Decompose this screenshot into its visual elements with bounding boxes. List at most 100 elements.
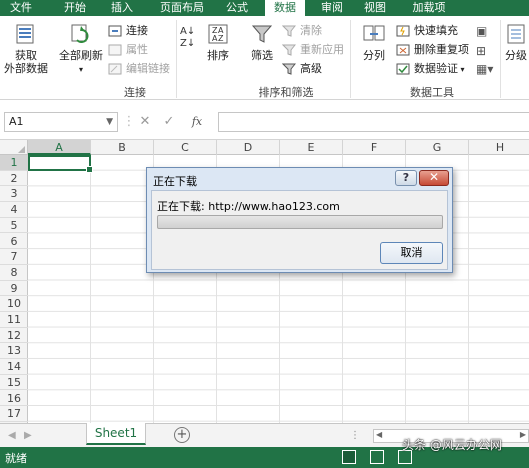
chevron-down-icon: ▾ (458, 65, 465, 74)
row-header[interactable]: 2 (0, 171, 28, 187)
chevron-down-icon: ▾ (78, 65, 83, 74)
row-header[interactable]: 16 (0, 391, 28, 407)
formula-bar: A1 ▼ ⋮ ✕ ✓ fx (0, 100, 529, 140)
normal-view-icon[interactable] (342, 450, 356, 464)
close-button[interactable]: ✕ (419, 170, 449, 186)
sort-button[interactable]: ZAAZ 排序 (198, 22, 238, 62)
row-header[interactable]: 12 (0, 328, 28, 344)
dialog-body: 正在下载: http://www.hao123.com 取消 (151, 190, 448, 270)
group-label-sort-filter: 排序和筛选 (258, 86, 314, 99)
edit-links-button[interactable]: 编辑链接 (108, 60, 170, 78)
help-button[interactable]: ? (395, 170, 417, 186)
sheet-tab-sheet1[interactable]: Sheet1 (86, 423, 146, 445)
column-header-h[interactable]: H (469, 140, 529, 155)
tab-data[interactable]: 数据 (265, 0, 305, 16)
remove-duplicates-button[interactable]: 删除重复项 (396, 41, 469, 59)
connection-icon (108, 25, 122, 37)
row-header[interactable]: 9 (0, 281, 28, 297)
more-sheets-icon[interactable]: ⋮ (350, 430, 360, 441)
what-if-icon[interactable]: ⊞ (476, 44, 486, 58)
prev-sheet-icon[interactable]: ◀ (8, 430, 16, 441)
row-header[interactable]: 11 (0, 312, 28, 328)
connections-button[interactable]: 连接 (108, 22, 148, 40)
status-ready: 就绪 (5, 452, 27, 465)
tab-insert[interactable]: 插入 (105, 0, 139, 16)
relationships-icon[interactable]: ▦▾ (476, 62, 493, 76)
row-headers: 1 2 3 4 5 6 7 8 9 10 11 12 13 14 15 16 1… (0, 155, 28, 423)
select-all-button[interactable] (0, 140, 28, 155)
confirm-entry-icon[interactable]: ✓ (160, 112, 178, 132)
flash-fill-icon (396, 25, 410, 37)
tab-page-layout[interactable]: 页面布局 (152, 0, 212, 16)
row-header[interactable]: 1 (0, 155, 28, 171)
excel-window: 文件 开始 插入 页面布局 公式 数据 审阅 视图 加载项 获取 外部数据 全部… (0, 0, 529, 468)
columns-icon (363, 25, 385, 41)
row-header[interactable]: 13 (0, 343, 28, 360)
chevron-down-icon[interactable]: ▼ (106, 113, 113, 131)
clear-filter-button[interactable]: 清除 (282, 22, 322, 40)
tab-file[interactable]: 文件 (4, 0, 38, 16)
sort-icon: Z AA Z (208, 24, 228, 44)
outline-icon (507, 24, 525, 44)
outline-button[interactable]: 分级 (503, 22, 529, 62)
clear-filter-icon (282, 25, 296, 37)
next-sheet-icon[interactable]: ▶ (24, 430, 32, 441)
advanced-filter-button[interactable]: 高级 (282, 60, 322, 78)
group-label-connections: 连接 (124, 86, 146, 99)
tab-view[interactable]: 视图 (358, 0, 392, 16)
scroll-right-icon[interactable]: ▶ (520, 430, 526, 439)
row-header[interactable]: 7 (0, 249, 28, 265)
row-header[interactable]: 6 (0, 234, 28, 250)
insert-function-icon[interactable]: fx (188, 112, 206, 132)
properties-button[interactable]: 属性 (108, 41, 148, 59)
refresh-all-button[interactable]: 全部刷新 ▾ (56, 22, 106, 76)
cancel-button[interactable]: 取消 (380, 242, 443, 264)
row-header[interactable]: 8 (0, 265, 28, 281)
refresh-icon (71, 24, 89, 43)
group-label-data-tools: 数据工具 (410, 86, 454, 99)
cancel-entry-icon[interactable]: ✕ (136, 112, 154, 132)
row-header[interactable]: 14 (0, 359, 28, 375)
scroll-left-icon[interactable]: ◀ (376, 430, 382, 439)
tab-formulas[interactable]: 公式 (220, 0, 254, 16)
reapply-button[interactable]: 重新应用 (282, 41, 344, 59)
formula-input[interactable] (218, 112, 529, 132)
name-box[interactable]: A1 ▼ (4, 112, 118, 132)
row-header[interactable]: 4 (0, 202, 28, 218)
funnel-icon (251, 25, 273, 43)
tab-home[interactable]: 开始 (58, 0, 92, 16)
column-header-d[interactable]: D (217, 140, 280, 155)
row-header[interactable]: 3 (0, 186, 28, 203)
data-validation-button[interactable]: 数据验证 ▾ (396, 60, 465, 78)
get-external-data-button[interactable]: 获取 外部数据 (2, 22, 50, 75)
tab-review[interactable]: 审阅 (315, 0, 349, 16)
row-header[interactable]: 17 (0, 406, 28, 422)
row-header[interactable]: 5 (0, 218, 28, 234)
filter-button[interactable]: 筛选 (244, 22, 280, 62)
sort-az-icon[interactable]: A↓ Z↓ (180, 26, 195, 50)
flash-fill-button[interactable]: 快速填充 (396, 22, 458, 40)
consolidate-icon[interactable]: ▣ (476, 24, 487, 38)
row-header[interactable]: 10 (0, 296, 28, 312)
column-header-f[interactable]: F (343, 140, 406, 155)
column-header-e[interactable]: E (280, 140, 343, 155)
page-layout-view-icon[interactable] (370, 450, 384, 464)
add-sheet-icon[interactable]: + (174, 427, 190, 443)
active-cell-a1[interactable] (28, 155, 93, 173)
close-icon: ✕ (428, 170, 440, 184)
column-headers: A B C D E F G H (0, 140, 529, 155)
ribbon-tabs: 文件 开始 插入 页面布局 公式 数据 审阅 视图 加载项 (0, 0, 529, 16)
tab-addins[interactable]: 加载项 (405, 0, 453, 16)
column-header-c[interactable]: C (154, 140, 217, 155)
remove-duplicates-icon (396, 44, 410, 56)
watermark: 头条 @风云办公网 (402, 438, 502, 452)
ribbon-data: 获取 外部数据 全部刷新 ▾ 连接 属性 编辑链接 连接 A↓ Z↓ ZAAZ 排… (0, 16, 529, 100)
column-header-a[interactable]: A (28, 140, 91, 155)
row-header[interactable]: 15 (0, 375, 28, 391)
dialog-title: 正在下载 (153, 175, 197, 188)
text-to-columns-button[interactable]: 分列 (356, 22, 392, 62)
column-header-b[interactable]: B (91, 140, 154, 155)
data-validation-icon (396, 63, 410, 75)
download-progress-bar (157, 215, 443, 229)
column-header-g[interactable]: G (406, 140, 469, 155)
